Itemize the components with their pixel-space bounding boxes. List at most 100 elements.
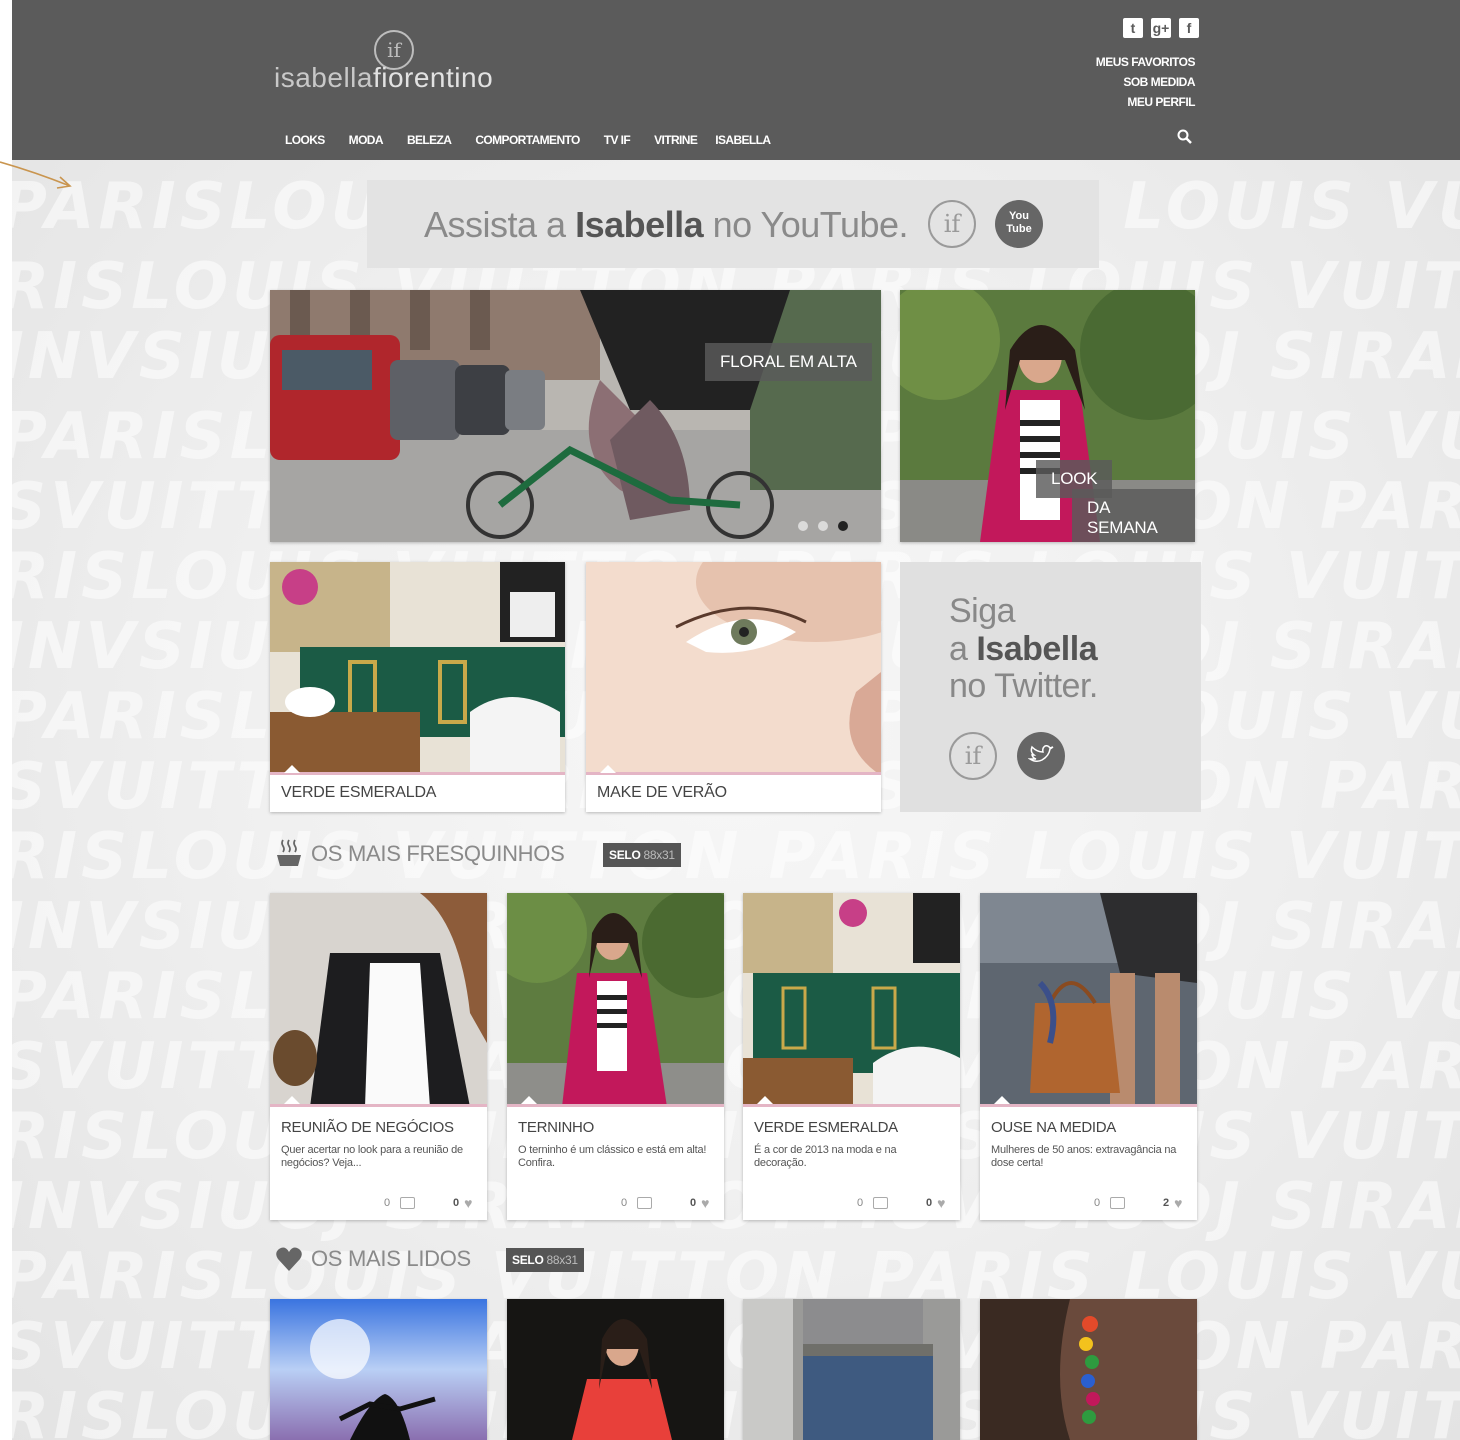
- most-read-card[interactable]: [507, 1299, 724, 1440]
- logo-text-isabella: isabella: [274, 62, 373, 93]
- post-card[interactable]: VERDE ESMERALDA É a cor de 2013 na moda …: [743, 893, 960, 1220]
- selo-size: 88x31: [546, 1253, 579, 1267]
- comment-icon: [400, 1197, 416, 1210]
- carousel-dot[interactable]: [818, 521, 828, 531]
- nav-item-moda[interactable]: MODA: [349, 133, 384, 147]
- post-title[interactable]: VERDE ESMERALDA: [754, 1119, 898, 1136]
- background-pattern-row: SVUITTON PARIS LOUIS VUITTON PARIS LOUIS: [0, 1310, 1460, 1384]
- post-photo: [743, 893, 960, 1107]
- twitter-bird-glyph: [1027, 745, 1054, 763]
- post-comments[interactable]: 0: [384, 1197, 416, 1210]
- yt-text-c: no YouTube.: [703, 204, 909, 245]
- post-description: Mulheres de 50 anos: extravagância na do…: [991, 1144, 1177, 1169]
- most-read-card[interactable]: [980, 1299, 1197, 1440]
- post-card[interactable]: REUNIÃO DE NEGÓCIOS Quer acertar no look…: [270, 893, 487, 1220]
- background-pattern-row: PARISLOUIS VUITTON PARIS LOUIS VUITTON P…: [0, 1240, 1460, 1314]
- nav-item-tv-if[interactable]: TV IF: [604, 133, 631, 147]
- carousel-dot[interactable]: [798, 521, 808, 531]
- background-pattern-row: INVSIUOJ SIRAP NOTTIUV SIUOJ SIRAP: [0, 890, 1460, 964]
- background-pattern-row: RISLOUIS VUITTON PARIS LOUIS VUITTON PAR…: [0, 1100, 1460, 1174]
- look-caption-line2[interactable]: DA SEMANA: [1072, 489, 1195, 542]
- comment-count: 0: [621, 1197, 628, 1209]
- left-edge: [0, 0, 12, 1440]
- if-logo-icon: if: [949, 732, 997, 780]
- heart-icon: ♥: [937, 1195, 946, 1211]
- post-card[interactable]: TERNINHO O terninho é um clássico e está…: [507, 893, 724, 1220]
- comment-count: 0: [1094, 1197, 1101, 1209]
- feature-card-make-de-verao[interactable]: MAKE DE VERÃO: [586, 562, 881, 812]
- section-title-lidos: OS MAIS LIDOS: [311, 1246, 471, 1271]
- link-meus-favoritos[interactable]: MEUS FAVORITOS: [1096, 52, 1196, 72]
- post-title[interactable]: OUSE NA MEDIDA: [991, 1119, 1116, 1136]
- heart-section-icon: [276, 1247, 302, 1271]
- post-notch: [284, 1096, 300, 1104]
- post-likes[interactable]: 2 ♥: [1163, 1195, 1182, 1211]
- post-photo: [270, 893, 487, 1107]
- most-read-card[interactable]: [743, 1299, 960, 1440]
- post-photo: [980, 1299, 1197, 1440]
- tw-line2-b: Isabella: [976, 630, 1098, 668]
- card-title[interactable]: MAKE DE VERÃO: [597, 784, 727, 802]
- carousel-dot-active[interactable]: [838, 521, 848, 531]
- twitter-box-line1: Siga: [949, 592, 1016, 630]
- comment-count: 0: [384, 1197, 391, 1209]
- post-title[interactable]: TERNINHO: [518, 1119, 594, 1136]
- heart-icon: ♥: [1174, 1195, 1183, 1211]
- social-links: t g+ f: [1115, 18, 1199, 38]
- post-title[interactable]: REUNIÃO DE NEGÓCIOS: [281, 1119, 454, 1136]
- like-count: 0: [926, 1196, 933, 1209]
- post-likes[interactable]: 0 ♥: [453, 1195, 472, 1211]
- twitter-follow-box[interactable]: Siga a Isabella no Twitter. if: [900, 562, 1201, 812]
- nav-item-isabella[interactable]: ISABELLA: [715, 133, 771, 147]
- background-pattern-row: PARISLOUIS VUITTON PARIS LOUIS VUITTON P…: [0, 960, 1460, 1034]
- nav-item-looks[interactable]: LOOKS: [285, 133, 325, 147]
- verde-esmeralda-photo: [270, 562, 565, 772]
- post-comments[interactable]: 0: [857, 1197, 889, 1210]
- selo-text: SELO: [512, 1253, 547, 1267]
- nav-item-beleza[interactable]: BELEZA: [407, 133, 452, 147]
- selo-badge[interactable]: SELO 88x31: [506, 1248, 584, 1272]
- selo-badge[interactable]: SELO 88x31: [603, 843, 681, 867]
- like-count: 0: [690, 1196, 697, 1209]
- yt-text-b: Isabella: [575, 204, 704, 245]
- twitter-icon[interactable]: t: [1123, 18, 1143, 38]
- comment-icon: [637, 1197, 653, 1210]
- youtube-banner[interactable]: Assista a Isabella no YouTube. if You Tub…: [367, 180, 1099, 268]
- feature-card-verde-esmeralda[interactable]: VERDE ESMERALDA: [270, 562, 565, 812]
- nav-item-vitrine[interactable]: VITRINE: [654, 133, 698, 147]
- post-notch: [521, 1096, 537, 1104]
- post-accent-bar: [743, 1104, 960, 1107]
- yt-line2: Tube: [1006, 223, 1032, 235]
- youtube-banner-text: Assista a Isabella no YouTube.: [424, 204, 909, 246]
- look-da-semana-tile[interactable]: LOOK DA SEMANA: [900, 290, 1195, 542]
- make-de-verao-photo: [586, 562, 881, 772]
- nav-item-comportamento[interactable]: COMPORTAMENTO: [475, 133, 580, 147]
- most-read-card[interactable]: [270, 1299, 487, 1440]
- hero-caption[interactable]: FLORAL EM ALTA: [705, 343, 872, 381]
- twitter-bird-icon[interactable]: [1017, 732, 1065, 780]
- post-photo: [270, 1299, 487, 1440]
- hero-carousel[interactable]: FLORAL EM ALTA: [270, 290, 881, 542]
- facebook-icon[interactable]: f: [1179, 18, 1199, 38]
- site-logo[interactable]: isabellafiorentino: [274, 62, 493, 94]
- search-icon[interactable]: [1176, 128, 1194, 146]
- post-comments[interactable]: 0: [621, 1197, 653, 1210]
- post-description: O terninho é um clássico e está em alta!…: [518, 1144, 707, 1169]
- google-plus-icon[interactable]: g+: [1151, 18, 1171, 38]
- link-sob-medida[interactable]: SOB MEDIDA: [1096, 72, 1195, 92]
- post-accent-bar: [980, 1104, 1197, 1107]
- post-accent-bar: [270, 1104, 487, 1107]
- logo-text-fiorentino: fiorentino: [372, 62, 494, 93]
- post-card[interactable]: OUSE NA MEDIDA Mulheres de 50 anos: extr…: [980, 893, 1197, 1220]
- card-title[interactable]: VERDE ESMERALDA: [281, 784, 436, 802]
- post-photo: [507, 893, 724, 1107]
- post-likes[interactable]: 0 ♥: [926, 1195, 945, 1211]
- comment-icon: [1110, 1197, 1126, 1210]
- yt-text-a: Assista a: [424, 204, 576, 245]
- post-comments[interactable]: 0: [1094, 1197, 1126, 1210]
- youtube-icon[interactable]: You Tube: [995, 200, 1043, 248]
- user-links: MEUS FAVORITOS SOB MEDIDA MEU PERFIL: [1096, 52, 1196, 112]
- link-meu-perfil[interactable]: MEU PERFIL: [1096, 92, 1195, 112]
- post-likes[interactable]: 0 ♥: [690, 1195, 709, 1211]
- post-photo: [507, 1299, 724, 1440]
